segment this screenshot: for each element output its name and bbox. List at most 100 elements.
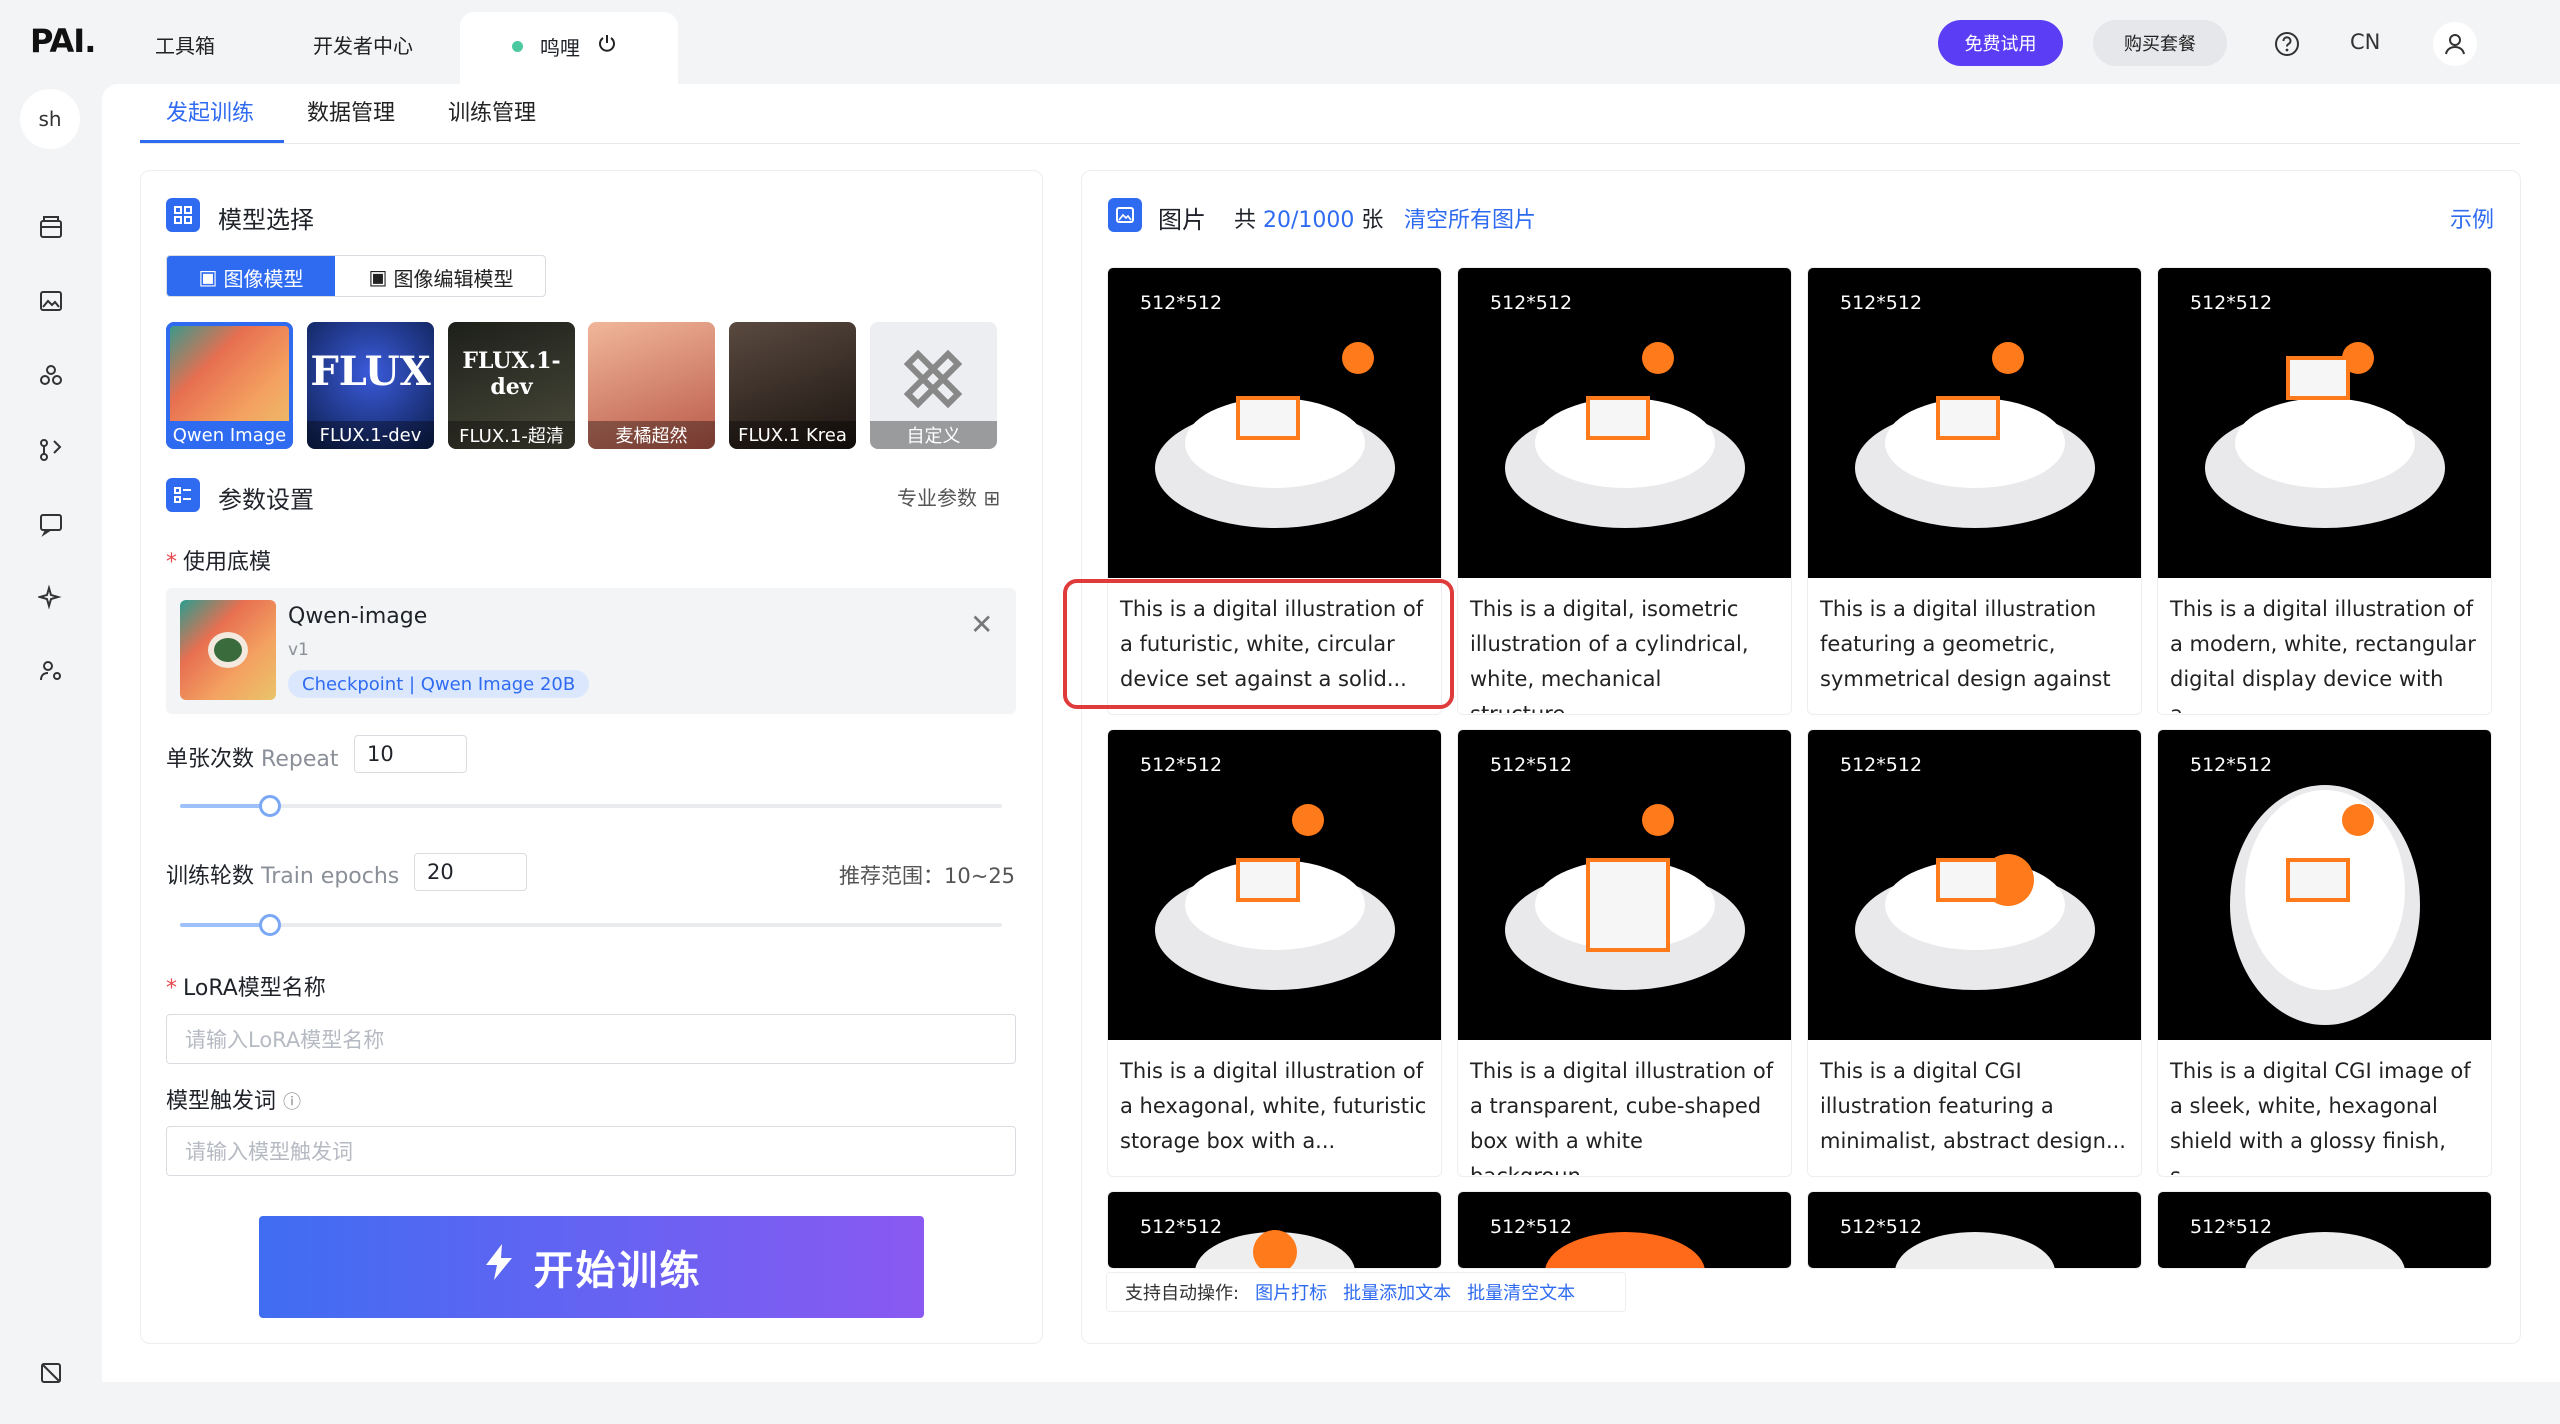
start-training-button[interactable]: 开始训练: [259, 1216, 924, 1318]
image-thumbnail[interactable]: 512*512: [1108, 1192, 1441, 1268]
model-label: 麦橘超然: [588, 421, 715, 449]
image-card[interactable]: 512*512: [1807, 1191, 2142, 1269]
ruler-pencil-icon: [903, 349, 963, 409]
model-card[interactable]: 自定义: [870, 322, 997, 449]
image-caption[interactable]: This is a digital, isometric illustratio…: [1458, 578, 1791, 713]
model-label: Qwen Image: [166, 421, 293, 449]
image-card[interactable]: 512*512: [2157, 1191, 2492, 1269]
image-caption[interactable]: This is a digital illustration of a mode…: [2158, 578, 2491, 713]
image-thumbnail[interactable]: 512*512: [1108, 730, 1441, 1040]
base-model-tag: Checkpoint | Qwen Image 20B: [288, 670, 590, 698]
tab-active-workspace[interactable]: 鸣哩: [460, 12, 678, 84]
model-card[interactable]: FLUX FLUX.1-dev: [307, 322, 434, 449]
image-thumbnail[interactable]: 512*512: [1458, 268, 1791, 578]
trigger-word-label: 模型触发词 ⓘ: [166, 1083, 301, 1115]
illustration-box: [1155, 804, 1395, 990]
auto-actions-bar: 支持自动操作: 图片打标 批量添加文本 批量清空文本: [1106, 1272, 1626, 1312]
collapse-sidebar-icon[interactable]: [35, 1357, 67, 1389]
buy-package-button[interactable]: 购买套餐: [2093, 20, 2227, 66]
image-card[interactable]: 512*512 This is a digital CGI image of a …: [2157, 729, 2492, 1177]
grid-icon: [166, 198, 200, 232]
image-thumbnail[interactable]: 512*512: [1808, 730, 2141, 1040]
image-icon[interactable]: [35, 285, 67, 317]
auto-tag-link[interactable]: 图片打标: [1255, 1279, 1327, 1305]
image-caption[interactable]: This is a digital CGI image of a sleek, …: [2158, 1040, 2491, 1175]
avatar[interactable]: sh: [20, 89, 80, 149]
epochs-input[interactable]: 20: [414, 853, 527, 891]
free-trial-button[interactable]: 免费试用: [1938, 20, 2063, 66]
images-count: 共 20/1000 张: [1234, 202, 1383, 234]
cluster-icon[interactable]: [35, 360, 67, 392]
illustration-cube: [1505, 804, 1745, 990]
image-thumbnail[interactable]: 512*512: [2158, 268, 2491, 578]
lora-name-input[interactable]: 请输入LoRA模型名称: [166, 1014, 1016, 1064]
count-suffix: 张: [1361, 208, 1384, 233]
archive-icon[interactable]: [35, 212, 67, 244]
trigger-word-input[interactable]: 请输入模型触发词: [166, 1126, 1016, 1176]
subtab-start-training[interactable]: 发起训练: [166, 95, 254, 127]
image-caption[interactable]: This is a digital illustration of a tran…: [1458, 1040, 1791, 1175]
image-card[interactable]: 512*512: [1107, 1191, 1442, 1269]
close-icon[interactable]: ✕: [970, 608, 993, 641]
user-settings-icon[interactable]: [35, 655, 67, 687]
image-edit-model-tab[interactable]: ▣ 图像编辑模型: [335, 256, 545, 296]
image-card[interactable]: 512*512 This is a digital illustration fe…: [1807, 267, 2142, 715]
image-edit-model-label: 图像编辑模型: [393, 266, 514, 291]
image-model-tab[interactable]: ▣ 图像模型: [167, 256, 335, 296]
illustration-disp: [2205, 342, 2445, 528]
model-art-text: FLUX: [310, 348, 431, 395]
info-icon[interactable]: ⓘ: [283, 1092, 301, 1113]
repeat-input[interactable]: 10: [354, 735, 467, 773]
image-thumbnail[interactable]: 512*512: [2158, 730, 2491, 1040]
language-switch[interactable]: CN: [2350, 30, 2380, 54]
list-settings-icon: [166, 478, 200, 512]
image-card[interactable]: 512*512 This is a digital, isometric illu…: [1457, 267, 1792, 715]
image-thumbnail[interactable]: 512*512: [1808, 1192, 2141, 1268]
tab-developer-center[interactable]: 开发者中心: [313, 30, 413, 59]
tab-toolbox[interactable]: 工具箱: [155, 30, 215, 59]
batch-add-text-link[interactable]: 批量添加文本: [1343, 1279, 1451, 1305]
image-card[interactable]: 512*512 This is a digital illustration of…: [2157, 267, 2492, 715]
image-card[interactable]: 512*512 This is a digital CGI illustratio…: [1807, 729, 2142, 1177]
model-select-title: 模型选择: [218, 206, 314, 234]
sparkle-icon[interactable]: [35, 582, 67, 614]
workflow-icon[interactable]: [35, 434, 67, 466]
pro-params-link[interactable]: 专业参数 ⊞: [897, 482, 1000, 511]
eye-art: [208, 632, 248, 668]
image-card[interactable]: 512*512: [1457, 1191, 1792, 1269]
batch-clear-text-link[interactable]: 批量清空文本: [1467, 1279, 1575, 1305]
repeat-slider[interactable]: [180, 795, 1002, 817]
highlight-box: [1063, 579, 1454, 709]
image-card[interactable]: 512*512 This is a digital illustration of…: [1107, 729, 1442, 1177]
image-caption[interactable]: This is a digital illustration of a hexa…: [1108, 1040, 1441, 1175]
power-icon[interactable]: [594, 30, 620, 56]
model-card[interactable]: Qwen Image: [166, 322, 293, 449]
count-value: 20/1000: [1263, 208, 1355, 233]
image-size: 512*512: [2190, 754, 2273, 776]
base-model-label: * 使用底模: [166, 544, 271, 576]
user-icon[interactable]: [2433, 22, 2477, 66]
image-caption[interactable]: This is a digital illustration featuring…: [1808, 578, 2141, 713]
image-size: 512*512: [1140, 754, 1223, 776]
image-thumbnail[interactable]: 512*512: [1108, 268, 1441, 578]
subtab-training-management[interactable]: 训练管理: [448, 95, 536, 127]
epochs-slider[interactable]: [180, 914, 1002, 936]
image-thumbnail[interactable]: 512*512: [1458, 730, 1791, 1040]
image-thumbnail[interactable]: 512*512: [1808, 268, 2141, 578]
model-card[interactable]: 麦橘超然: [588, 322, 715, 449]
model-card[interactable]: FLUX.1 Krea: [729, 322, 856, 449]
image-card[interactable]: 512*512 This is a digital illustration of…: [1457, 729, 1792, 1177]
image-thumbnail[interactable]: 512*512: [1458, 1192, 1791, 1268]
image-caption[interactable]: This is a digital CGI illustration featu…: [1808, 1040, 2141, 1175]
base-model-label-text: 使用底模: [183, 550, 272, 575]
example-link[interactable]: 示例: [2450, 202, 2494, 234]
image-thumbnail[interactable]: 512*512: [2158, 1192, 2491, 1268]
help-icon[interactable]: [2273, 30, 2301, 58]
base-model-card[interactable]: Qwen-image v1 Checkpoint | Qwen Image 20…: [166, 588, 1016, 714]
chat-icon[interactable]: [35, 508, 67, 540]
model-card[interactable]: FLUX.1-dev FLUX.1-超清: [448, 322, 575, 449]
picture-icon: [1108, 198, 1142, 232]
subtab-data-management[interactable]: 数据管理: [307, 95, 395, 127]
clear-images-link[interactable]: 清空所有图片: [1404, 202, 1536, 234]
base-model-thumbnail: [180, 600, 276, 700]
